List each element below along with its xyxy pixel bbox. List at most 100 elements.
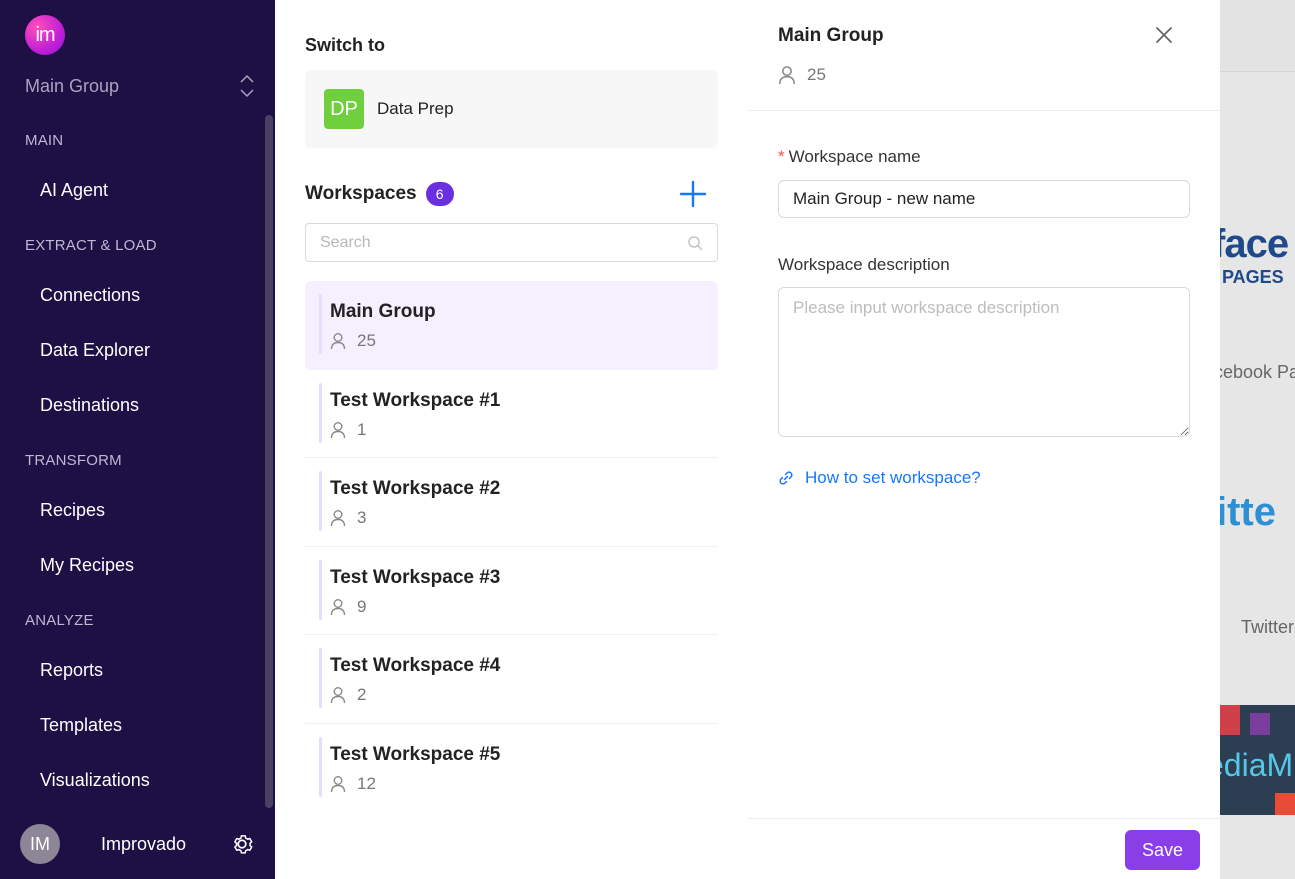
switch-target-card[interactable]: DP Data Prep — [305, 70, 718, 148]
sidebar: im Main Group MAIN AI Agent EXTRACT & LO… — [0, 0, 275, 879]
mediamath-logo: ediaM — [1220, 705, 1295, 815]
group-switcher[interactable]: Main Group — [25, 72, 255, 100]
workspace-item[interactable]: Test Workspace #5 12 — [305, 724, 718, 813]
item-accent-bar — [319, 471, 322, 531]
facebook-pages-caption: acebook Pa — [1220, 362, 1295, 382]
nav-visualizations[interactable]: Visualizations — [40, 770, 150, 791]
user-icon — [330, 687, 346, 704]
workspace-name-field[interactable] — [778, 180, 1190, 218]
workspace-name-label-text: Workspace name — [788, 147, 921, 166]
member-count: 1 — [357, 419, 367, 439]
member-count: 25 — [357, 331, 376, 350]
section-transform: TRANSFORM — [25, 452, 122, 469]
member-count: 9 — [357, 596, 367, 616]
save-button[interactable]: Save — [1125, 830, 1200, 870]
workspace-name: Main Group — [330, 301, 436, 322]
item-accent-bar — [319, 294, 322, 354]
editor-header: Main Group 25 — [748, 0, 1220, 111]
nav-templates[interactable]: Templates — [40, 715, 122, 736]
nav-recipes[interactable]: Recipes — [40, 500, 105, 521]
logo-square — [1275, 793, 1295, 815]
user-name: Improvado — [101, 833, 187, 854]
workspace-description-label: Workspace description — [778, 255, 950, 274]
user-icon — [330, 510, 346, 527]
workspace-description-field[interactable] — [778, 287, 1190, 437]
member-count: 2 — [357, 685, 367, 704]
member-count: 25 — [807, 65, 826, 84]
search-icon — [688, 235, 703, 250]
search-input[interactable] — [320, 233, 687, 252]
workspace-members: 2 — [330, 685, 366, 705]
editor-members: 25 — [778, 65, 826, 85]
workspace-name: Test Workspace #5 — [330, 743, 501, 765]
nav-ai-agent[interactable]: AI Agent — [40, 180, 108, 201]
workspace-switcher-panel: Switch to DP Data Prep Workspaces 6 Main… — [275, 0, 748, 879]
gear-icon[interactable] — [229, 831, 255, 857]
background-header — [1220, 0, 1295, 72]
workspace-item[interactable]: Test Workspace #3 9 — [305, 547, 718, 635]
workspace-members: 3 — [330, 508, 366, 528]
mediamath-logo-text: ediaM — [1220, 747, 1294, 783]
sidebar-scrollbar[interactable] — [265, 115, 273, 808]
facebook-pages-logo-subtitle: PAGES — [1222, 267, 1284, 287]
nav-reports[interactable]: Reports — [40, 660, 103, 681]
chevron-up-down-icon — [240, 74, 254, 98]
section-main: MAIN — [25, 132, 64, 149]
workspaces-header: Workspaces 6 — [305, 180, 718, 208]
switch-to-title: Switch to — [305, 35, 385, 55]
twitter-logo: itte — [1220, 490, 1276, 534]
workspace-name: Test Workspace #3 — [330, 566, 501, 588]
user-icon — [330, 333, 346, 350]
twitter-caption: Twitter — [1241, 617, 1295, 637]
logo-square — [1220, 705, 1240, 735]
workspace-members: 1 — [330, 420, 366, 440]
workspace-name-label: * Workspace name — [778, 147, 921, 167]
user-icon — [330, 775, 346, 792]
required-mark: * — [778, 147, 785, 166]
user-icon — [330, 421, 346, 438]
section-extract-load: EXTRACT & LOAD — [25, 237, 157, 254]
workspaces-title: Workspaces — [305, 183, 417, 204]
item-accent-bar — [319, 648, 322, 708]
facebook-pages-logo: face — [1220, 222, 1289, 266]
avatar[interactable]: IM — [20, 824, 60, 864]
nav-destinations[interactable]: Destinations — [40, 395, 139, 416]
editor-footer: Save — [748, 818, 1220, 879]
data-prep-badge: DP — [324, 89, 364, 129]
workspace-name: Test Workspace #2 — [330, 478, 501, 499]
workspace-item[interactable]: Main Group 25 — [305, 281, 718, 370]
workspace-members: 12 — [330, 774, 376, 794]
workspace-search — [305, 223, 718, 262]
workspace-name: Test Workspace #4 — [330, 655, 501, 676]
help-link-text: How to set workspace? — [805, 468, 981, 487]
workspace-editor-panel: Main Group 25 *Workspace name Workspace … — [748, 0, 1220, 879]
background-page: face PAGES acebook Pa itte Twitter ediaM — [1220, 0, 1295, 879]
workspace-members: 9 — [330, 597, 366, 617]
logo-square — [1250, 713, 1270, 735]
user-icon — [779, 66, 795, 84]
user-profile: IM Improvado — [20, 824, 265, 864]
add-workspace-button[interactable] — [678, 179, 708, 209]
close-icon[interactable] — [1153, 24, 1175, 46]
help-link[interactable]: How to set workspace? — [778, 468, 981, 488]
item-accent-bar — [319, 559, 322, 620]
group-name: Main Group — [25, 75, 120, 96]
workspace-item[interactable]: Test Workspace #2 3 — [305, 458, 718, 547]
item-accent-bar — [319, 382, 322, 443]
section-analyze: ANALYZE — [25, 612, 94, 629]
member-count: 3 — [357, 508, 367, 527]
workspace-members: 25 — [330, 331, 376, 351]
editor-title: Main Group — [778, 25, 884, 46]
nav-connections[interactable]: Connections — [40, 285, 140, 306]
nav-my-recipes[interactable]: My Recipes — [40, 555, 134, 576]
workspace-item[interactable]: Test Workspace #1 1 — [305, 370, 718, 458]
user-icon — [330, 598, 346, 615]
workspaces-count-badge: 6 — [425, 182, 454, 206]
nav-data-explorer[interactable]: Data Explorer — [40, 340, 150, 361]
item-accent-bar — [319, 736, 322, 797]
workspace-name: Test Workspace #1 — [330, 389, 501, 411]
data-prep-name: Data Prep — [377, 99, 454, 118]
workspace-item[interactable]: Test Workspace #4 2 — [305, 635, 718, 724]
link-icon — [779, 471, 793, 485]
app-logo[interactable]: im — [25, 15, 65, 55]
